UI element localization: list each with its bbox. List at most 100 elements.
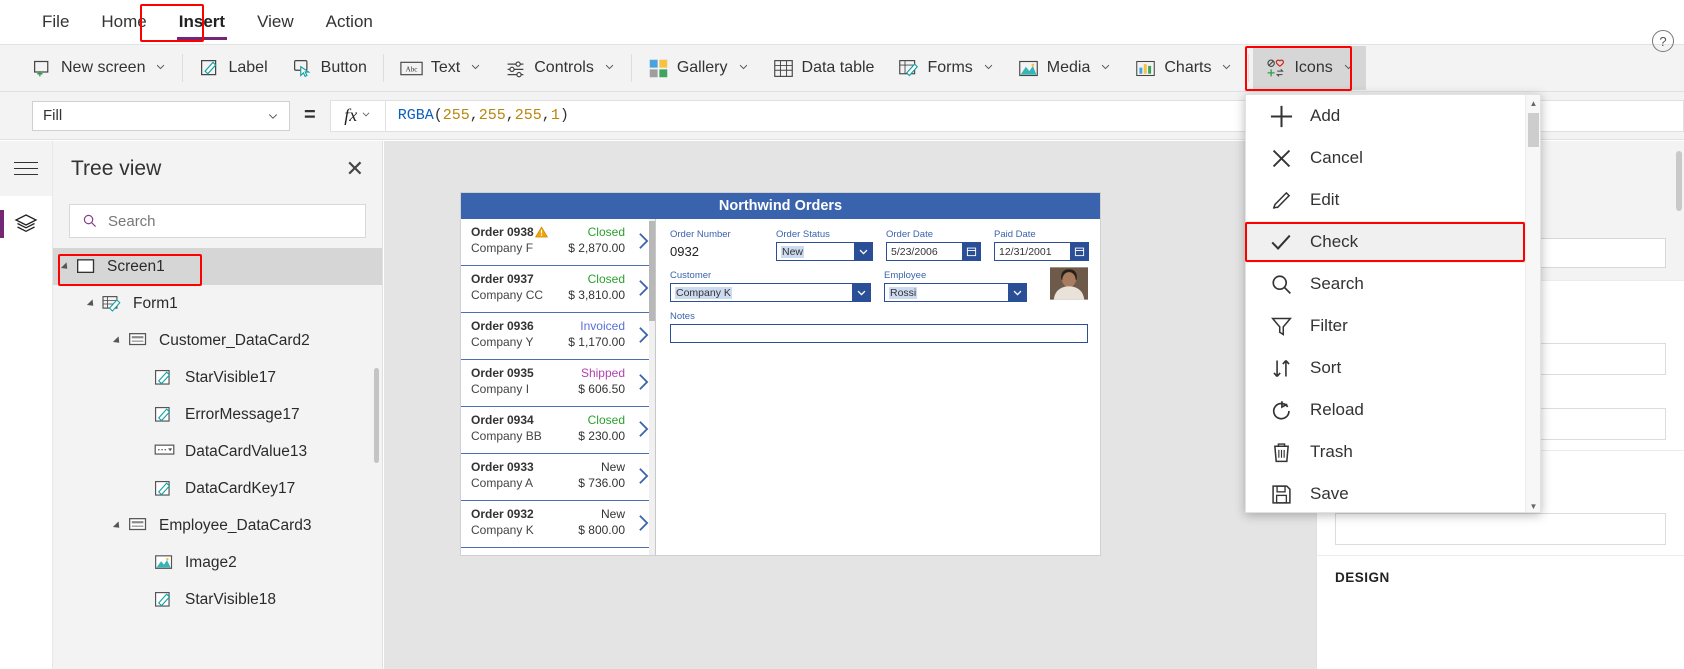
tree-node-screen1[interactable]: Screen1 xyxy=(53,248,382,285)
menu-item-insert[interactable]: Insert xyxy=(165,6,239,40)
chevron-right-icon[interactable] xyxy=(638,514,649,532)
tree-scrollbar[interactable] xyxy=(374,368,379,463)
ribbon-button-data-table[interactable]: Data table xyxy=(761,46,887,90)
icons-menu-item-edit[interactable]: Edit xyxy=(1246,179,1540,221)
ribbon-button-gallery[interactable]: Gallery xyxy=(636,46,761,90)
calendar-icon[interactable] xyxy=(1069,241,1089,261)
gallery-row[interactable]: Order 0932 Company K New $ 800.00 xyxy=(461,501,655,548)
insert-ribbon: New screen Label Button Abc Text Controls Gall… xyxy=(0,44,1684,92)
chevron-down-icon[interactable] xyxy=(853,241,873,261)
chevron-right-icon[interactable] xyxy=(638,326,649,344)
icons-menu-item-search[interactable]: Search xyxy=(1246,263,1540,305)
icons-menu-item-trash[interactable]: Trash xyxy=(1246,431,1540,473)
ribbon-separator xyxy=(382,54,384,82)
order-date-value: 5/23/2006 xyxy=(891,245,938,258)
icons-menu-item-reload[interactable]: Reload xyxy=(1246,389,1540,431)
tree-node-datacardkey17[interactable]: DataCardKey17 xyxy=(53,470,382,507)
gallery-row[interactable]: Order 0936 Company Y Invoiced $ 1,170.00 xyxy=(461,313,655,360)
customer-dropdown[interactable]: Company K xyxy=(670,282,871,302)
gallery-scroll-thumb[interactable] xyxy=(649,221,655,321)
app-preview-canvas[interactable]: Northwind Orders Order 0938 Company F Clos… xyxy=(461,193,1100,555)
ribbon-button-controls[interactable]: Controls xyxy=(493,46,627,90)
formula-token: , xyxy=(505,107,515,124)
chevron-down-icon[interactable] xyxy=(1007,282,1027,302)
gallery-scrollbar[interactable] xyxy=(649,219,655,555)
tree-node-image2[interactable]: Image2 xyxy=(53,544,382,581)
tree-node-errormessage17[interactable]: ErrorMessage17 xyxy=(53,396,382,433)
order-status-dropdown[interactable]: New xyxy=(776,241,873,261)
menu-item-view[interactable]: View xyxy=(243,6,308,38)
chevron-down-icon[interactable] xyxy=(851,282,871,302)
rail-item-tree-view[interactable] xyxy=(0,196,52,252)
icons-icon xyxy=(1267,59,1285,77)
customer-value: Company K xyxy=(675,286,732,299)
property-selector[interactable]: Fill xyxy=(32,100,290,131)
data-table-icon xyxy=(773,59,793,77)
chevron-right-icon[interactable] xyxy=(638,420,649,438)
menu-item-file[interactable]: File xyxy=(28,6,83,38)
dropdown-scroll-thumb[interactable] xyxy=(1528,113,1539,147)
help-icon[interactable]: ? xyxy=(1652,30,1674,52)
icons-menu-item-save[interactable]: Save xyxy=(1246,473,1540,512)
tree-node-datacardvalue13[interactable]: DataCardValue13 xyxy=(53,433,382,470)
gallery-row[interactable]: Order 0937 Company CC Closed $ 3,810.00 xyxy=(461,266,655,313)
ribbon-button-label[interactable]: Label xyxy=(187,46,279,90)
ribbon-button-text[interactable]: Abc Text xyxy=(388,46,493,90)
reload-icon xyxy=(1272,400,1290,420)
ribbon-button-new-screen[interactable]: New screen xyxy=(20,46,178,90)
expander-icon[interactable] xyxy=(112,520,123,531)
chevron-right-icon[interactable] xyxy=(638,373,649,391)
gallery-row[interactable]: Order 0938 Company F Closed $ 2,870.00 xyxy=(461,219,655,266)
gallery-row[interactable]: Order 0933 Company A New $ 736.00 xyxy=(461,454,655,501)
expander-icon[interactable] xyxy=(60,261,71,272)
properties-scrollbar[interactable] xyxy=(1676,151,1682,211)
ribbon-button-label: Media xyxy=(1046,59,1091,76)
ribbon-button-media[interactable]: Media xyxy=(1006,46,1124,90)
chevron-right-icon[interactable] xyxy=(638,467,649,485)
icons-menu-item-cancel[interactable]: Cancel xyxy=(1246,137,1540,179)
scroll-up-icon[interactable]: ▲ xyxy=(1526,95,1540,111)
search-icon xyxy=(1268,271,1294,297)
property-value-input[interactable] xyxy=(1335,513,1666,545)
chevron-down-icon xyxy=(267,110,279,122)
expander-icon[interactable] xyxy=(86,298,97,309)
tree-node-starvisible18[interactable]: StarVisible18 xyxy=(53,581,382,618)
icons-menu-item-filter[interactable]: Filter xyxy=(1246,305,1540,347)
trash-icon xyxy=(1273,442,1289,462)
ribbon-button-charts[interactable]: Charts xyxy=(1123,46,1244,90)
icons-menu-item-check[interactable]: Check xyxy=(1246,221,1540,263)
calendar-icon[interactable] xyxy=(961,241,981,261)
tree-node-employee_datacard3[interactable]: Employee_DataCard3 xyxy=(53,507,382,544)
dropdown-scrollbar[interactable]: ▲ ▼ xyxy=(1525,95,1540,512)
order-date-input[interactable]: 5/23/2006 xyxy=(886,241,981,261)
customer-label: Customer xyxy=(670,270,712,281)
gallery-amount: $ 3,810.00 xyxy=(568,288,625,302)
icons-menu-item-add[interactable]: Add xyxy=(1246,95,1540,137)
gallery-order-id: Order 0936 xyxy=(471,319,534,333)
chevron-right-icon[interactable] xyxy=(638,232,649,250)
tree-node-customer_datacard2[interactable]: Customer_DataCard2 xyxy=(53,322,382,359)
ribbon-button-button[interactable]: Button xyxy=(280,46,379,90)
tree-node-starvisible17[interactable]: StarVisible17 xyxy=(53,359,382,396)
ribbon-button-icons[interactable]: Icons xyxy=(1253,46,1366,90)
fx-button[interactable]: fx xyxy=(329,99,386,132)
ribbon-button-forms[interactable]: Forms xyxy=(886,46,1005,90)
expander-icon[interactable] xyxy=(112,335,123,346)
employee-dropdown[interactable]: Rossi xyxy=(884,282,1027,302)
chevron-right-icon[interactable] xyxy=(638,279,649,297)
ribbon-separator xyxy=(630,54,632,82)
hamburger-menu-button[interactable] xyxy=(0,141,52,196)
menu-item-action[interactable]: Action xyxy=(312,6,387,38)
notes-input[interactable] xyxy=(670,324,1088,343)
paid-date-input[interactable]: 12/31/2001 xyxy=(994,241,1089,261)
menu-item-home[interactable]: Home xyxy=(87,6,160,38)
gallery-row[interactable]: Order 0934 Company BB Closed $ 230.00 xyxy=(461,407,655,454)
tree-node-form1[interactable]: Form1 xyxy=(53,285,382,322)
icons-menu-item-sort[interactable]: Sort xyxy=(1246,347,1540,389)
tree-node-label: StarVisible17 xyxy=(185,368,277,386)
close-icon[interactable]: ✕ xyxy=(346,157,364,180)
orders-gallery[interactable]: Order 0938 Company F Closed $ 2,870.00 Order… xyxy=(461,219,656,555)
tree-search-input[interactable]: Search xyxy=(69,204,366,238)
gallery-row[interactable]: Order 0935 Company I Shipped $ 606.50 xyxy=(461,360,655,407)
scroll-down-icon[interactable]: ▼ xyxy=(1526,498,1540,512)
